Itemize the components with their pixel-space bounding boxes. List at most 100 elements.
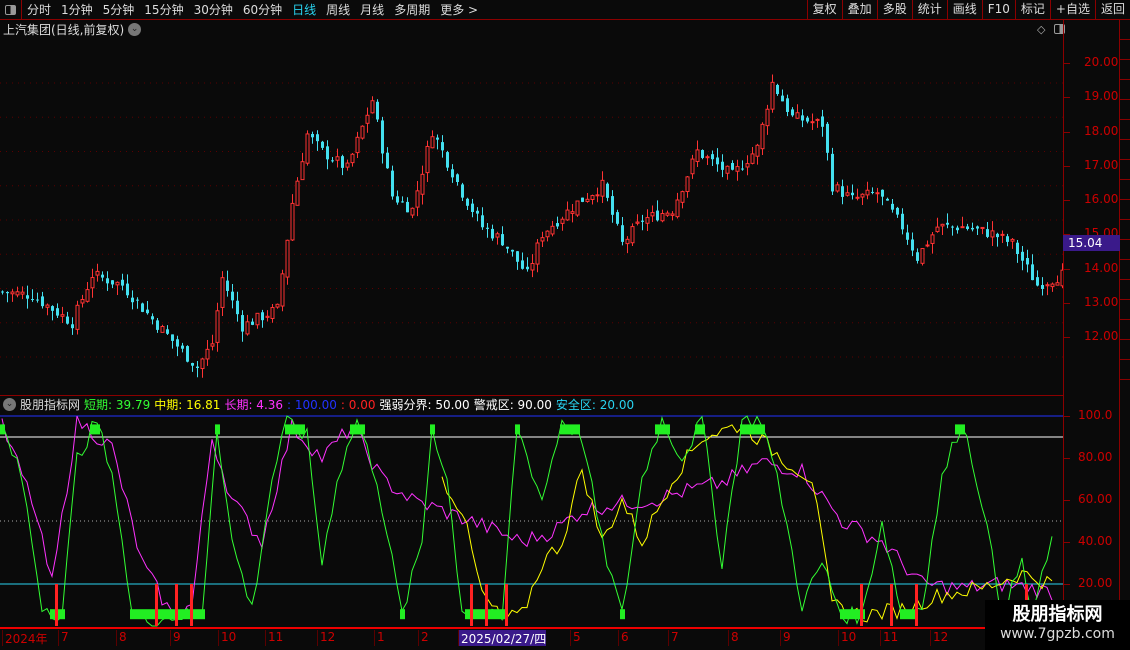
period-tab[interactable]: 60分钟 [238, 1, 287, 18]
toolbar-button[interactable]: 返回 [1094, 0, 1130, 20]
oversold-block [135, 609, 140, 620]
toolbar-button[interactable]: F10 [981, 0, 1015, 20]
toolbar-button[interactable]: 画线 [946, 0, 982, 20]
candle-body [1050, 283, 1055, 288]
period-tab[interactable]: 多周期 [389, 1, 435, 18]
candle-body [575, 200, 580, 216]
candle-body [521, 260, 524, 269]
oversold-block [185, 609, 190, 620]
period-tab[interactable]: 5分钟 [98, 1, 140, 18]
candle [860, 193, 865, 206]
chevron-down-icon[interactable]: ⌄ [3, 398, 16, 411]
candle [996, 232, 999, 247]
side-tab[interactable] [1120, 60, 1130, 80]
side-tab[interactable] [1120, 160, 1130, 180]
side-tab[interactable] [1120, 300, 1130, 320]
candle [491, 224, 494, 241]
toolbar-button[interactable]: 复权 [806, 0, 842, 20]
candle [516, 251, 519, 270]
candle-body [750, 153, 755, 164]
date-label: 12 [930, 630, 948, 646]
side-tab[interactable] [1120, 120, 1130, 140]
candle-body [71, 324, 74, 329]
candle-body [585, 198, 590, 202]
candle [6, 291, 9, 303]
period-tab[interactable]: 30分钟 [189, 1, 238, 18]
candle-body [275, 303, 280, 308]
axis-tick [1064, 416, 1070, 417]
indicator-chart[interactable] [0, 413, 1063, 627]
oversold-block [855, 609, 860, 620]
candle-body [295, 180, 300, 206]
candle [451, 164, 454, 183]
candle-body [415, 190, 420, 208]
candlestick-chart[interactable] [0, 38, 1063, 395]
candle [311, 131, 314, 144]
side-tab[interactable] [1120, 200, 1130, 220]
candle-body [660, 213, 665, 222]
candle [745, 155, 750, 176]
candle [285, 239, 290, 285]
period-tab[interactable]: 月线 [355, 1, 389, 18]
candle [705, 154, 710, 165]
toolbar-button[interactable]: +自选 [1049, 0, 1095, 20]
side-tab[interactable] [1120, 260, 1130, 280]
candle [181, 342, 184, 353]
candle [205, 340, 210, 366]
side-tab[interactable] [1120, 280, 1130, 300]
candle-body [911, 239, 914, 251]
oversold-block [195, 609, 200, 620]
side-tab[interactable] [1120, 180, 1130, 200]
side-tab[interactable] [1120, 100, 1130, 120]
candle-body [191, 363, 194, 366]
candle-body [860, 193, 865, 198]
candle-body [725, 165, 730, 174]
toolbar-button[interactable]: 多股 [876, 0, 912, 20]
toolbar-button[interactable]: 统计 [911, 0, 947, 20]
right-side-tab-strip[interactable] [1120, 20, 1130, 650]
sidebar-toggle-button[interactable] [0, 0, 22, 20]
side-tab[interactable] [1120, 20, 1130, 40]
candle-body [401, 201, 404, 203]
period-tab[interactable]: 分时 [22, 1, 56, 18]
side-tab[interactable] [1120, 240, 1130, 260]
candle [1010, 237, 1015, 249]
candle-body [210, 343, 215, 347]
side-tab[interactable] [1120, 360, 1130, 380]
candle-body [476, 210, 479, 214]
candle-body [101, 274, 104, 278]
candle-body [835, 184, 840, 192]
side-tab[interactable] [1120, 80, 1130, 100]
side-tab[interactable] [1120, 40, 1130, 60]
candle-body [495, 233, 500, 238]
indicator-name[interactable]: 股朋指标网 [20, 396, 80, 413]
period-tab[interactable]: 周线 [321, 1, 355, 18]
chevron-down-icon[interactable]: ⌄ [128, 23, 142, 36]
candle [940, 223, 945, 236]
toolbar-button[interactable]: 标记 [1014, 0, 1050, 20]
candle [535, 239, 540, 273]
period-tab[interactable]: 1分钟 [56, 1, 98, 18]
side-tab[interactable] [1120, 220, 1130, 240]
candle-body [630, 226, 635, 244]
axis-tick [1064, 542, 1070, 543]
side-tab[interactable] [1120, 140, 1130, 160]
candle-body [925, 244, 930, 247]
candle-body [410, 207, 415, 216]
period-tab[interactable]: 15分钟 [139, 1, 188, 18]
toolbar-button[interactable]: 叠加 [841, 0, 877, 20]
period-tab[interactable]: 更多 > [435, 1, 483, 18]
candle [611, 190, 614, 223]
stock-title-text: 上汽集团(日线,前复权) [3, 23, 125, 37]
oversold-block [495, 609, 500, 620]
candle-body [716, 157, 719, 165]
candle-body [690, 158, 695, 175]
diamond-icon[interactable]: ◇ [1037, 23, 1045, 36]
side-tab[interactable] [1120, 320, 1130, 340]
date-label: 5 [570, 630, 581, 646]
candle [1036, 270, 1039, 287]
side-tab[interactable] [1120, 340, 1130, 360]
candle [136, 297, 139, 309]
oversold-block [845, 609, 850, 620]
period-tab[interactable]: 日线 [287, 1, 321, 18]
